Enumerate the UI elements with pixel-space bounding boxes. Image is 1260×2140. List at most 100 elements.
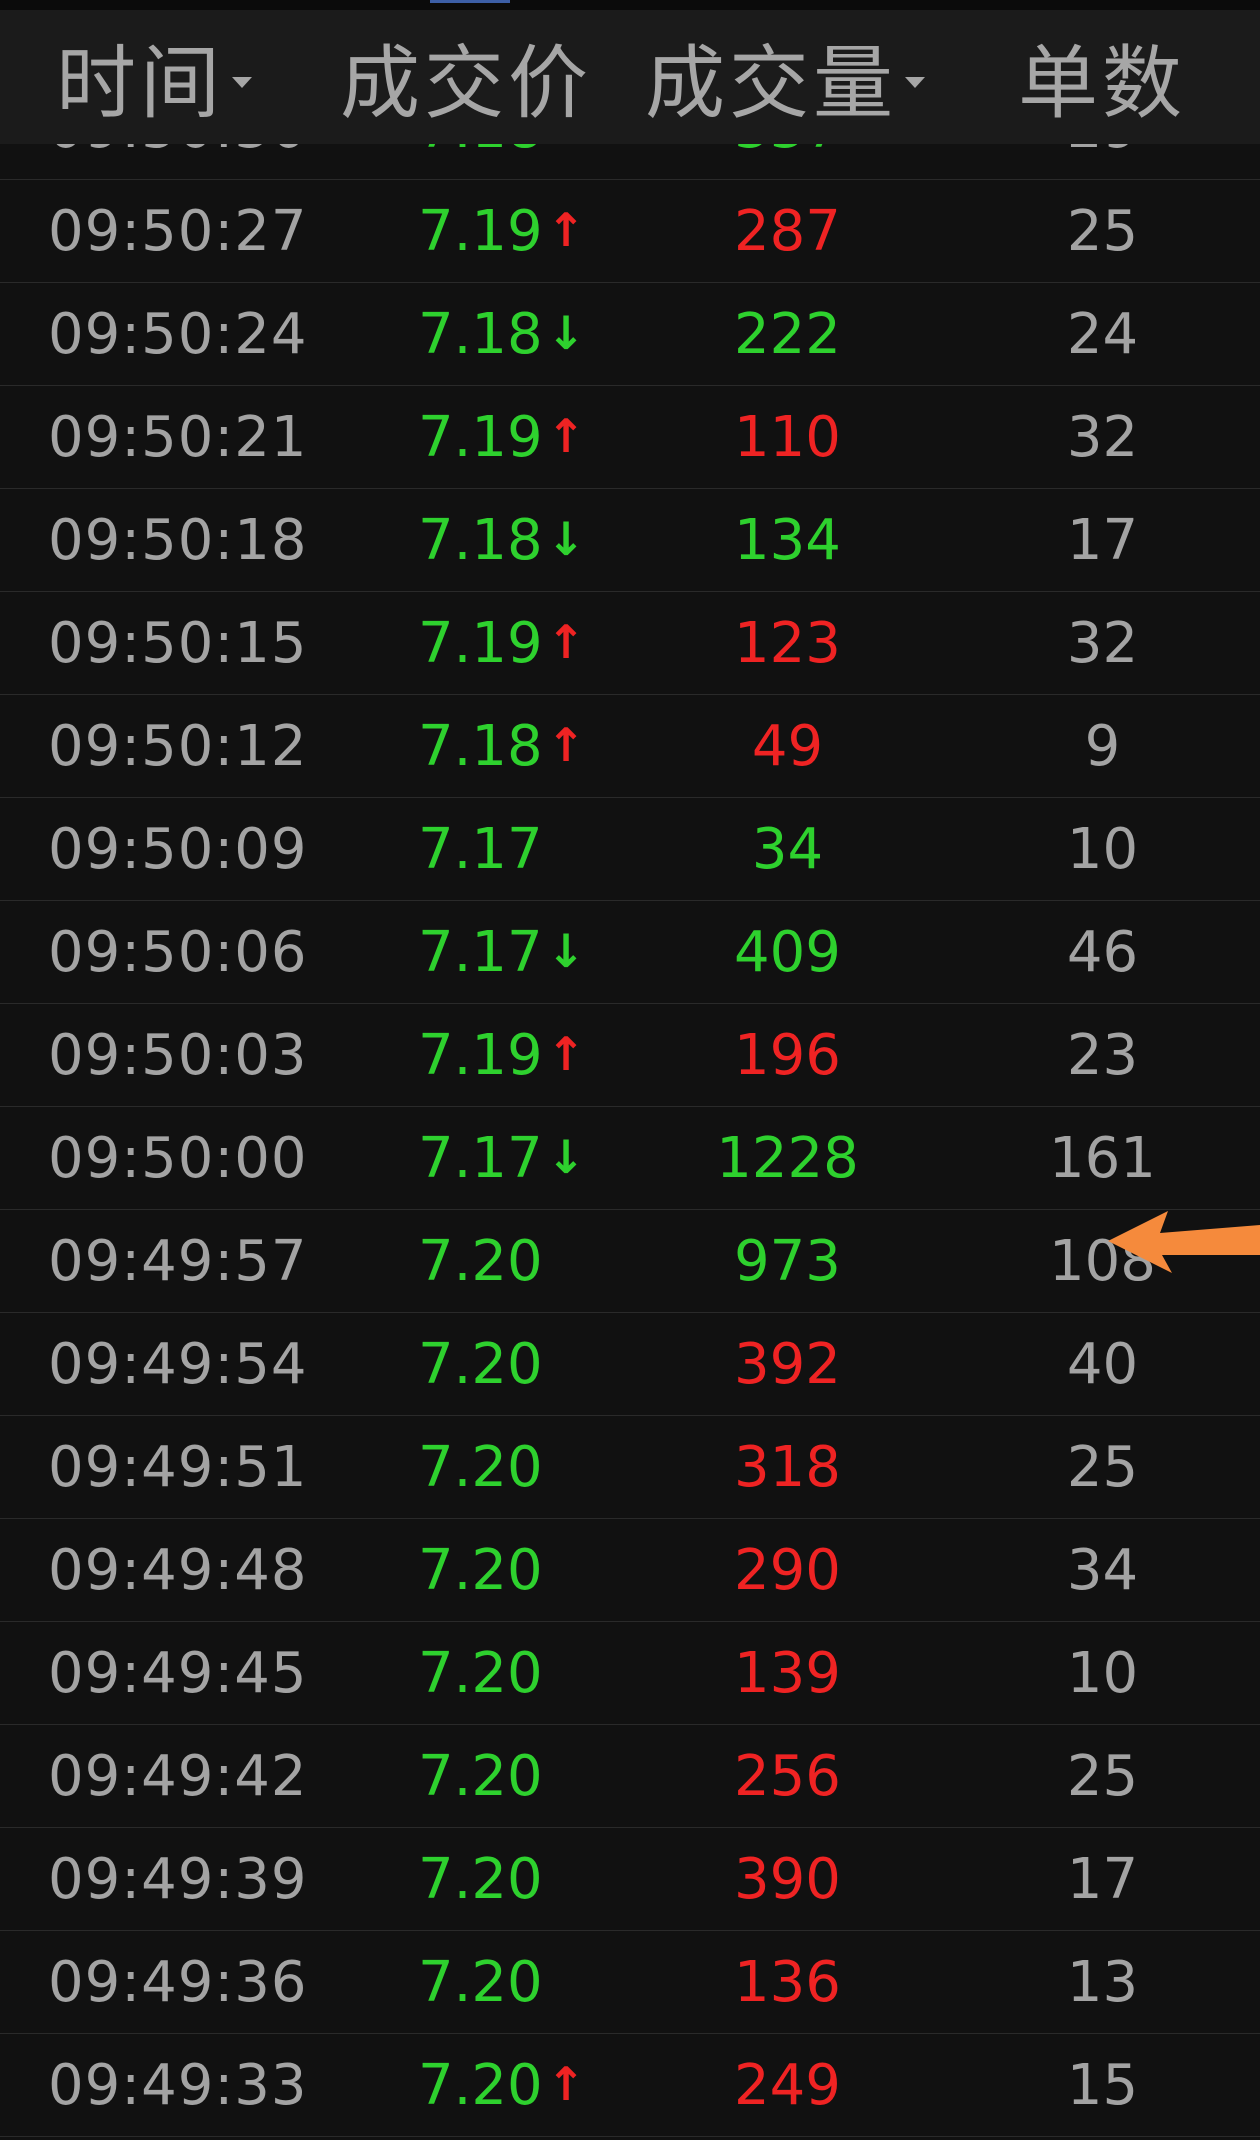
trade-volume: 256 [734,1744,841,1809]
trade-price: 7.17 [418,798,543,901]
trade-price-value: 7.20 [418,1744,543,1809]
table-row[interactable]: 09:50:12 7.18↑ 49 9 [0,695,1260,798]
trade-time: 09:50:00 [48,1126,308,1191]
table-row[interactable]: 09:49:48 7.20 290 34 [0,1519,1260,1622]
trade-count: 15 [1066,2053,1139,2118]
trade-volume: 973 [734,1229,841,1294]
trade-price: 7.20 [418,1210,543,1313]
trade-time: 09:50:18 [48,508,308,573]
table-row[interactable]: 09:49:45 7.20 139 10 [0,1622,1260,1725]
trade-count: 17 [1066,508,1139,573]
column-header-count: 单数 [1018,10,1186,144]
column-header-time-label: 时间 [56,37,224,130]
trade-price: 7.19↑ [418,1004,585,1107]
table-row[interactable]: 09:49:54 7.20 392 40 [0,1313,1260,1416]
trade-price: 7.20 [418,1828,543,1931]
trade-count: 9 [1084,714,1121,779]
sort-caret-icon [905,76,925,88]
arrow-up-icon: ↑ [546,1027,586,1081]
trade-volume: 409 [734,920,841,985]
trade-price-value: 7.17 [418,1126,543,1191]
trade-volume: 123 [734,611,841,676]
table-row[interactable]: 09:50:09 7.17 34 10 [0,798,1260,901]
table-header: 时间 成交价 成交量 单数 [0,10,1260,144]
trade-price-value: 7.19 [418,405,543,470]
table-row[interactable]: 09:49:51 7.20 318 25 [0,1416,1260,1519]
trade-price-value: 7.20 [418,1950,543,2015]
sort-caret-icon [232,76,252,88]
trade-time: 09:49:33 [48,2053,308,2118]
trade-time: 09:50:21 [48,405,308,470]
status-strip [0,0,1260,10]
trade-price-value: 7.20 [418,1641,543,1706]
trade-price-value: 7.20 [418,1229,543,1294]
trade-price-value: 7.17 [418,920,543,985]
trade-count: 40 [1066,1332,1139,1397]
trade-price: 7.20 [418,1725,543,1828]
arrow-down-icon: ↓ [546,924,586,978]
column-header-time[interactable]: 时间 [56,10,252,144]
table-row[interactable]: 09:49:36 7.20 136 13 [0,1931,1260,2034]
column-header-price: 成交价 [340,10,592,144]
trade-count: 10 [1066,1641,1139,1706]
trade-price-value: 7.20 [418,2053,543,2118]
table-row[interactable]: 09:50:00 7.17↓ 1228 161 [0,1107,1260,1210]
arrow-down-icon: ↓ [546,512,586,566]
trade-volume: 249 [734,2053,841,2118]
trade-time: 09:50:03 [48,1023,308,1088]
trade-count: 24 [1066,302,1139,367]
trade-price: 7.19↑ [418,592,585,695]
table-row[interactable]: 09:50:06 7.17↓ 409 46 [0,901,1260,1004]
trade-volume: 318 [734,1435,841,1500]
trade-price-value: 7.20 [418,1332,543,1397]
trade-price: 7.20 [418,1931,543,2034]
table-row[interactable]: 09:50:27 7.19↑ 287 25 [0,180,1260,283]
table-row[interactable]: 09:49:39 7.20 390 17 [0,1828,1260,1931]
trade-volume: 392 [734,1332,841,1397]
trade-volume: 196 [734,1023,841,1088]
trade-volume: 1228 [716,1126,859,1191]
trade-time: 09:49:54 [48,1332,308,1397]
column-header-price-label: 成交价 [340,37,592,130]
trade-price: 7.20 [418,1313,543,1416]
trade-price: 7.18↓ [418,489,585,592]
annotation-arrow-icon [1108,1211,1260,1273]
trade-list[interactable]: 09:50:307.18↓3372909:50:277.19↑2872509:5… [0,77,1260,2137]
trade-price: 7.19↑ [418,180,585,283]
arrow-up-icon: ↑ [546,615,586,669]
arrow-down-icon: ↓ [546,306,586,360]
trade-volume: 110 [734,405,841,470]
arrow-up-icon: ↑ [546,203,586,257]
trade-price: 7.20 [418,1416,543,1519]
trade-volume: 290 [734,1538,841,1603]
trade-time: 09:50:15 [48,611,308,676]
trade-count: 10 [1066,817,1139,882]
trade-volume: 139 [734,1641,841,1706]
trade-time: 09:50:09 [48,817,308,882]
trade-price: 7.20 [418,1622,543,1725]
trade-price-value: 7.20 [418,1847,543,1912]
table-row[interactable]: 09:50:21 7.19↑ 110 32 [0,386,1260,489]
trade-price: 7.18↑ [418,695,585,798]
trade-volume: 222 [734,302,841,367]
trade-count: 23 [1066,1023,1139,1088]
column-header-count-label: 单数 [1018,37,1186,130]
trade-time: 09:49:42 [48,1744,308,1809]
trade-volume: 136 [734,1950,841,2015]
table-row[interactable]: 09:50:24 7.18↓ 222 24 [0,283,1260,386]
trade-volume: 34 [751,817,824,882]
table-row[interactable]: 09:50:15 7.19↑ 123 32 [0,592,1260,695]
trade-price-value: 7.19 [418,611,543,676]
trade-count: 25 [1066,199,1139,264]
arrow-up-icon: ↑ [546,409,586,463]
table-row[interactable]: 09:49:42 7.20 256 25 [0,1725,1260,1828]
table-row[interactable]: 09:49:57 7.20 973 108 [0,1210,1260,1313]
trade-time: 09:50:27 [48,199,308,264]
table-row[interactable]: 09:50:18 7.18↓ 134 17 [0,489,1260,592]
column-header-volume[interactable]: 成交量 [645,10,925,144]
table-row[interactable]: 09:49:33 7.20↑ 249 15 [0,2034,1260,2137]
trade-volume: 134 [734,508,841,573]
arrow-up-icon: ↑ [546,2057,586,2111]
table-row[interactable]: 09:50:03 7.19↑ 196 23 [0,1004,1260,1107]
trade-time: 09:50:06 [48,920,308,985]
